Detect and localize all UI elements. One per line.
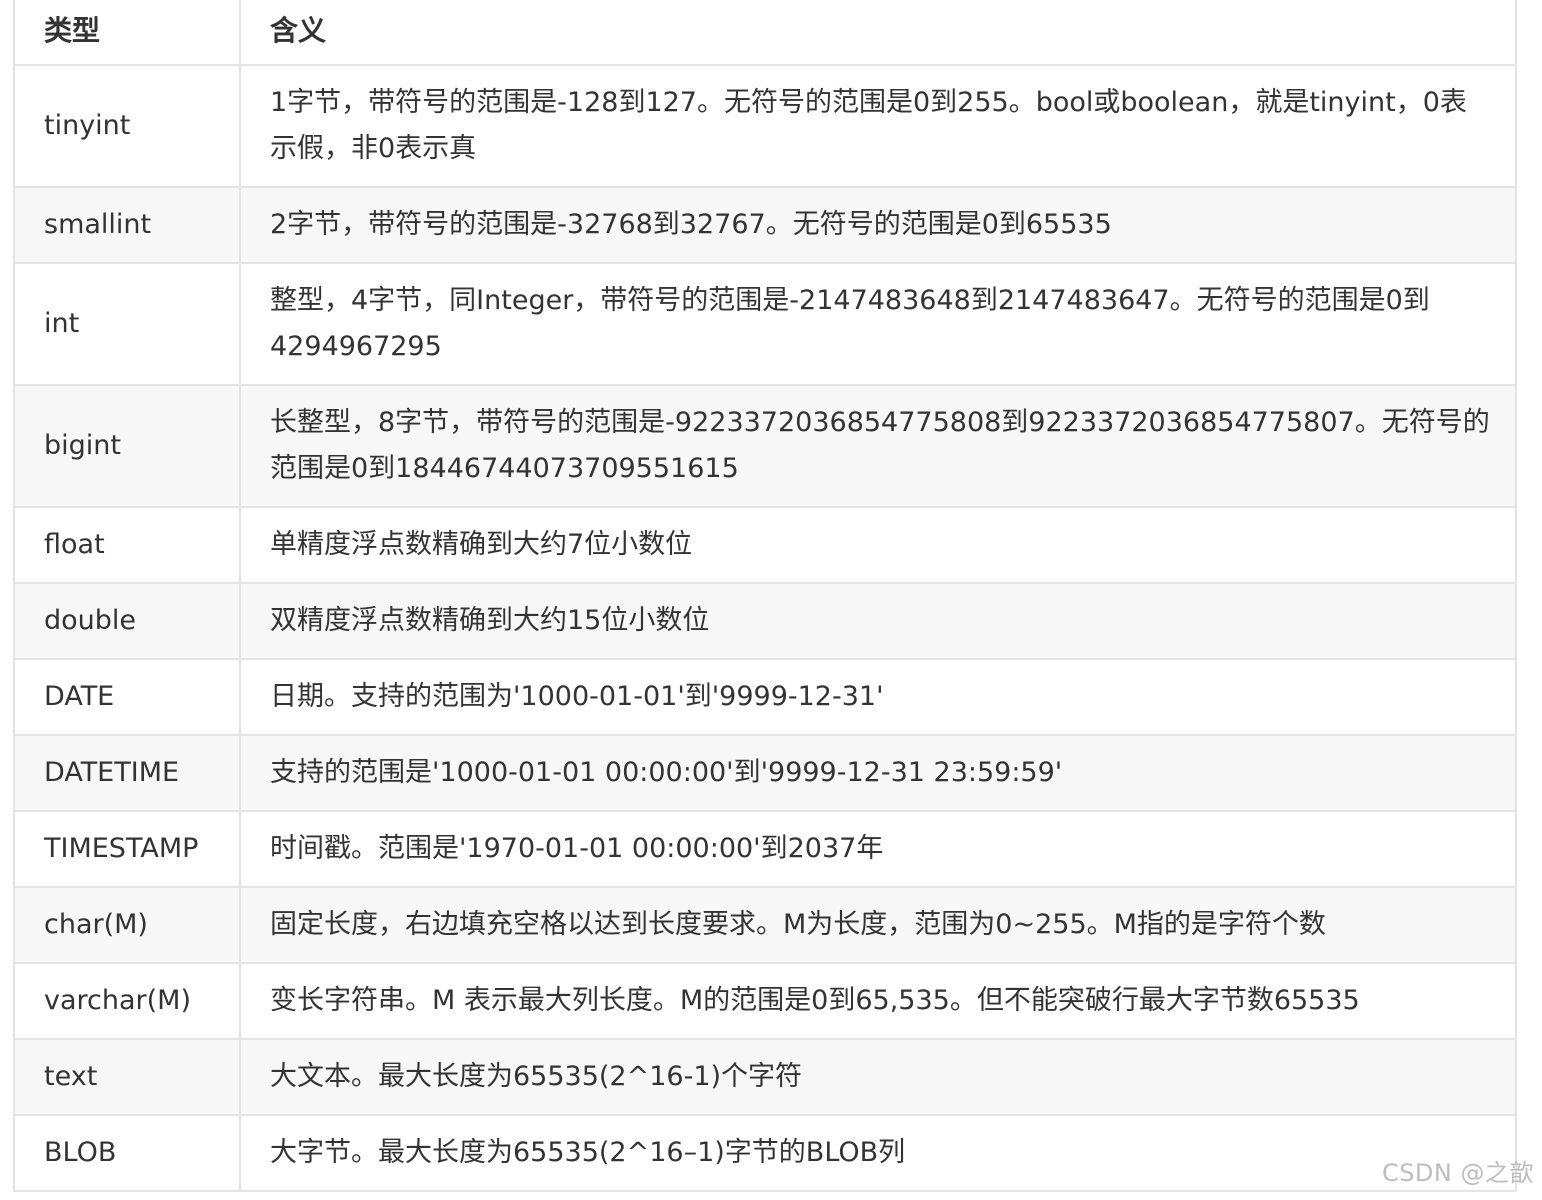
table-row: float 单精度浮点数精确到大约7位小数位 xyxy=(15,507,1515,584)
table-row: char(M) 固定长度，右边填充空格以达到长度要求。M为长度，范围为0~255… xyxy=(15,887,1515,964)
meaning-cell: 1字节，带符号的范围是-128到127。无符号的范围是0到255。bool或bo… xyxy=(239,65,1515,188)
type-cell: DATE xyxy=(15,659,240,736)
table-row: TIMESTAMP 时间戳。范围是'1970-01-01 00:00:00'到2… xyxy=(15,811,1515,888)
column-header-meaning: 含义 xyxy=(239,0,1515,66)
data-types-table-container: 类型 含义 tinyint 1字节，带符号的范围是-128到127。无符号的范围… xyxy=(13,0,1517,1192)
data-types-table: 类型 含义 tinyint 1字节，带符号的范围是-128到127。无符号的范围… xyxy=(15,0,1515,1192)
meaning-cell: 整型，4字节，同Integer，带符号的范围是-2147483648到21474… xyxy=(239,263,1515,386)
table-row: bigint 长整型，8字节，带符号的范围是-92233720368547758… xyxy=(15,385,1515,508)
type-cell: int xyxy=(15,263,240,386)
csdn-watermark: CSDN @之歆 xyxy=(1381,1159,1534,1187)
meaning-cell: 日期。支持的范围为'1000-01-01'到'9999-12-31' xyxy=(239,659,1515,736)
type-cell: bigint xyxy=(15,385,240,508)
type-cell: smallint xyxy=(15,187,240,264)
meaning-cell: 大文本。最大长度为65535(2^16-1)个字符 xyxy=(239,1039,1515,1116)
table-row: varchar(M) 变长字符串。M 表示最大列长度。M的范围是0到65,535… xyxy=(15,963,1515,1040)
table-row: int 整型，4字节，同Integer，带符号的范围是-2147483648到2… xyxy=(15,263,1515,386)
table-header-row: 类型 含义 xyxy=(15,0,1515,66)
type-cell: tinyint xyxy=(15,65,240,188)
type-cell: float xyxy=(15,507,240,584)
table-row: DATE 日期。支持的范围为'1000-01-01'到'9999-12-31' xyxy=(15,659,1515,736)
table-row: BLOB 大字节。最大长度为65535(2^16–1)字节的BLOB列 xyxy=(15,1115,1515,1192)
type-cell: BLOB xyxy=(15,1115,240,1192)
meaning-cell: 变长字符串。M 表示最大列长度。M的范围是0到65,535。但不能突破行最大字节… xyxy=(239,963,1515,1040)
type-cell: TIMESTAMP xyxy=(15,811,240,888)
table-row: DATETIME 支持的范围是'1000-01-01 00:00:00'到'99… xyxy=(15,735,1515,812)
meaning-cell: 支持的范围是'1000-01-01 00:00:00'到'9999-12-31 … xyxy=(239,735,1515,812)
meaning-cell: 双精度浮点数精确到大约15位小数位 xyxy=(239,583,1515,660)
table-row: text 大文本。最大长度为65535(2^16-1)个字符 xyxy=(15,1039,1515,1116)
meaning-cell: 长整型，8字节，带符号的范围是-9223372036854775808到9223… xyxy=(239,385,1515,508)
meaning-cell: 单精度浮点数精确到大约7位小数位 xyxy=(239,507,1515,584)
type-cell: text xyxy=(15,1039,240,1116)
type-cell: DATETIME xyxy=(15,735,240,812)
column-header-type: 类型 xyxy=(15,0,240,66)
meaning-cell: 2字节，带符号的范围是-32768到32767。无符号的范围是0到65535 xyxy=(239,187,1515,264)
meaning-cell: 大字节。最大长度为65535(2^16–1)字节的BLOB列 xyxy=(239,1115,1515,1192)
table-row: double 双精度浮点数精确到大约15位小数位 xyxy=(15,583,1515,660)
table-row: tinyint 1字节，带符号的范围是-128到127。无符号的范围是0到255… xyxy=(15,65,1515,188)
type-cell: char(M) xyxy=(15,887,240,964)
type-cell: varchar(M) xyxy=(15,963,240,1040)
meaning-cell: 时间戳。范围是'1970-01-01 00:00:00'到2037年 xyxy=(239,811,1515,888)
type-cell: double xyxy=(15,583,240,660)
meaning-cell: 固定长度，右边填充空格以达到长度要求。M为长度，范围为0~255。M指的是字符个… xyxy=(239,887,1515,964)
table-row: smallint 2字节，带符号的范围是-32768到32767。无符号的范围是… xyxy=(15,187,1515,264)
